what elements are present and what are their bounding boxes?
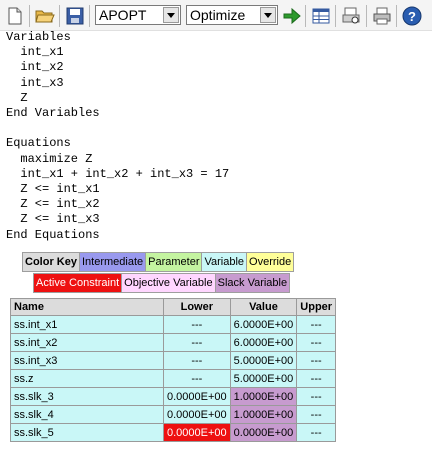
- cell-name: ss.slk_5: [10, 423, 164, 442]
- mode-select[interactable]: Optimize: [186, 5, 278, 25]
- cell-value: 5.0000E+00: [229, 369, 298, 388]
- legend-item: Color Key: [22, 252, 80, 272]
- table-row: ss.slk_5 0.0000E+00 0.0000E+00 ---: [10, 423, 337, 442]
- cell-upper: ---: [296, 405, 337, 424]
- cell-upper: ---: [296, 333, 337, 352]
- cell-name: ss.z: [10, 369, 164, 388]
- cell-name: ss.int_x3: [10, 351, 164, 370]
- column-header-name: Name: [10, 298, 164, 316]
- chevron-down-icon[interactable]: [163, 7, 179, 23]
- table-header-row: Name Lower Value Upper: [10, 298, 337, 316]
- cell-lower: 0.0000E+00: [163, 423, 231, 442]
- toolbar-separator: [396, 5, 397, 27]
- chevron-down-icon[interactable]: [260, 7, 276, 23]
- cell-value: 1.0000E+00: [229, 387, 298, 406]
- cell-name: ss.int_x1: [10, 315, 164, 334]
- legend-item: Parameter: [145, 252, 203, 272]
- help-icon[interactable]: ?: [402, 6, 422, 26]
- new-file-icon[interactable]: [5, 6, 25, 26]
- solver-select-value: APOPT: [99, 7, 147, 23]
- table-row: ss.slk_4 0.0000E+00 1.0000E+00 ---: [10, 405, 337, 424]
- cell-value: 1.0000E+00: [229, 405, 298, 424]
- cell-lower: ---: [163, 351, 231, 370]
- svg-text:?: ?: [408, 9, 416, 24]
- solver-select[interactable]: APOPT: [95, 5, 181, 25]
- toolbar-separator: [305, 5, 306, 27]
- toolbar: APOPT Optimize ?: [0, 0, 432, 31]
- legend-item: Override: [246, 252, 295, 272]
- cell-value: 5.0000E+00: [229, 351, 298, 370]
- cell-value: 0.0000E+00: [229, 423, 298, 442]
- model-code: Variables int_x1 int_x2 int_x3 Z End Var…: [6, 30, 230, 242]
- color-key-legend-row2: Active Constraint Objective Variable Slack…: [32, 273, 291, 293]
- cell-value: 6.0000E+00: [229, 333, 298, 352]
- cell-name: ss.slk_4: [10, 405, 164, 424]
- column-header-value: Value: [229, 298, 298, 316]
- results-table: Name Lower Value Upper ss.int_x1 --- 6.000…: [10, 298, 337, 442]
- legend-item: Slack Variable: [214, 273, 291, 293]
- color-key-legend: Color Key Intermediate Parameter Variable Ov…: [22, 252, 295, 272]
- cell-upper: ---: [296, 423, 337, 442]
- table-row: ss.slk_3 0.0000E+00 1.0000E+00 ---: [10, 387, 337, 406]
- table-row: ss.int_x2 --- 6.0000E+00 ---: [10, 333, 337, 352]
- run-arrow-icon[interactable]: [282, 6, 302, 26]
- print-preview-icon[interactable]: [341, 6, 361, 26]
- legend-item: Variable: [201, 252, 248, 272]
- column-header-lower: Lower: [163, 298, 231, 316]
- cell-lower: 0.0000E+00: [163, 387, 231, 406]
- legend-item: Active Constraint: [32, 273, 123, 293]
- cell-lower: ---: [163, 333, 231, 352]
- legend-item: Objective Variable: [121, 273, 216, 293]
- cell-lower: ---: [163, 315, 231, 334]
- cell-upper: ---: [296, 351, 337, 370]
- cell-lower: ---: [163, 369, 231, 388]
- cell-upper: ---: [296, 387, 337, 406]
- cell-upper: ---: [296, 369, 337, 388]
- cell-name: ss.int_x2: [10, 333, 164, 352]
- legend-item: Intermediate: [78, 252, 147, 272]
- cell-lower: 0.0000E+00: [163, 405, 231, 424]
- save-icon[interactable]: [65, 6, 85, 26]
- toolbar-separator: [29, 5, 30, 27]
- table-row: ss.z --- 5.0000E+00 ---: [10, 369, 337, 388]
- cell-name: ss.slk_3: [10, 387, 164, 406]
- toolbar-separator: [335, 5, 336, 27]
- table-row: ss.int_x1 --- 6.0000E+00 ---: [10, 315, 337, 334]
- toolbar-separator: [366, 5, 367, 27]
- print-icon[interactable]: [372, 6, 392, 26]
- mode-select-value: Optimize: [190, 7, 246, 23]
- column-header-upper: Upper: [296, 298, 337, 316]
- table-row: ss.int_x3 --- 5.0000E+00 ---: [10, 351, 337, 370]
- grid-icon[interactable]: [311, 6, 331, 26]
- toolbar-separator: [89, 5, 90, 27]
- cell-value: 6.0000E+00: [229, 315, 298, 334]
- cell-upper: ---: [296, 315, 337, 334]
- toolbar-separator: [59, 5, 60, 27]
- open-folder-icon[interactable]: [35, 6, 55, 26]
